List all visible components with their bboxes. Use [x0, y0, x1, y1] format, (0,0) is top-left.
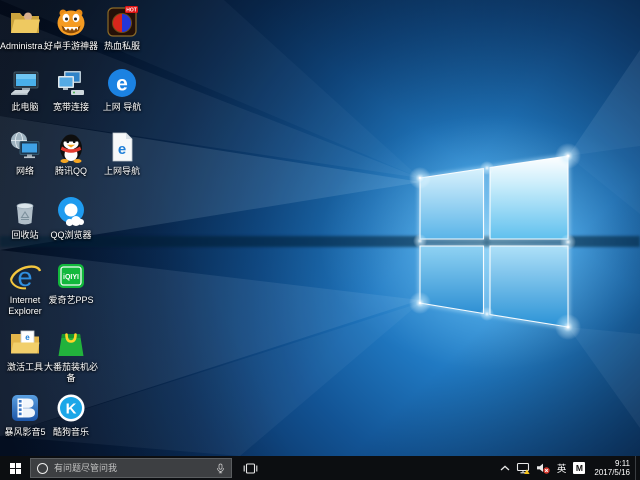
windows-logo-icon	[10, 463, 21, 474]
chevron-up-icon	[500, 465, 510, 471]
desktop-icon-iqiyi-pps[interactable]: iQIYI 爱奇艺PPS	[44, 259, 98, 306]
task-view-button[interactable]	[237, 456, 263, 480]
tray-clock[interactable]: 9:11 2017/5/16	[594, 459, 630, 478]
tray-volume-muted[interactable]	[533, 456, 553, 480]
microphone-icon[interactable]	[216, 462, 225, 475]
clock-time: 9:11	[594, 459, 630, 469]
desktop-icon-broadband-connection[interactable]: 宽带连接	[44, 66, 98, 113]
network-warning-icon	[516, 462, 530, 475]
svg-text:iQIYI: iQIYI	[63, 274, 79, 281]
system-tray: 英 M 9:11 2017/5/16	[497, 456, 640, 480]
cortana-icon	[37, 463, 48, 474]
search-box[interactable]	[30, 458, 232, 478]
iqiyi-icon: iQIYI	[54, 259, 88, 293]
desktop-icon-web-navigation-doc[interactable]: e 上网导航	[95, 130, 149, 177]
icon-label: 暴风影音5	[4, 427, 45, 438]
svg-text:e: e	[25, 333, 30, 342]
icon-label: 激活工具	[7, 362, 43, 373]
folder-document-icon: e	[8, 326, 42, 360]
icon-label: 爱奇艺PPS	[48, 295, 93, 306]
ie-icon: e	[8, 259, 42, 293]
start-button[interactable]	[0, 456, 30, 480]
svg-text:e: e	[116, 73, 128, 96]
user-folder-icon	[8, 5, 42, 39]
icon-label: 宽带连接	[53, 102, 89, 113]
icon-label: 腾讯QQ	[55, 166, 87, 177]
blue-e-icon: e	[105, 66, 139, 100]
desktop-icon-kugou-music[interactable]: K 酷狗音乐	[44, 391, 98, 438]
task-view-icon	[243, 462, 258, 475]
desktop-icon-web-navigation-circle[interactable]: e 上网 导航	[95, 66, 149, 113]
windows-desktop: Administra... 好卓手游神器 HOT 热血私服	[0, 0, 640, 480]
volume-muted-icon	[536, 462, 550, 474]
hot-badge: HOT	[126, 7, 137, 13]
icon-label: 网络	[16, 166, 34, 177]
kugou-icon: K	[54, 391, 88, 425]
icon-label: 好卓手游神器	[44, 41, 98, 52]
tray-chevron-up[interactable]	[497, 456, 513, 480]
tray-ime-mode[interactable]: M	[573, 462, 585, 474]
desktop-icon-datomato-essentials[interactable]: 大番茄装机必备	[44, 326, 98, 384]
svg-text:e: e	[118, 141, 126, 158]
icon-label: 上网 导航	[103, 102, 142, 113]
edge-document-icon: e	[105, 130, 139, 164]
tray-network-warning[interactable]	[513, 456, 533, 480]
shopping-bag-icon	[54, 326, 88, 360]
show-desktop-button[interactable]	[635, 456, 640, 480]
search-input[interactable]	[54, 463, 210, 473]
tray-ime-language[interactable]: 英	[553, 456, 571, 480]
computer-icon	[8, 66, 42, 100]
taskbar: 英 M 9:11 2017/5/16	[0, 456, 640, 480]
desktop-icon-qq-browser[interactable]: QQ浏览器	[44, 194, 98, 241]
dual-monitor-icon	[54, 66, 88, 100]
desktop-icon-tencent-qq[interactable]: 腾讯QQ	[44, 130, 98, 177]
filmstrip-icon	[8, 391, 42, 425]
icon-label: Administra...	[0, 41, 50, 52]
icon-label: 回收站	[11, 230, 38, 241]
game-orb-icon: HOT	[105, 5, 139, 39]
monster-icon	[54, 5, 88, 39]
desktop-icon-haozhuo-game-tool[interactable]: 好卓手游神器	[44, 5, 98, 52]
recycle-bin-icon	[8, 194, 42, 228]
qq-penguin-icon	[54, 130, 88, 164]
svg-text:K: K	[66, 401, 77, 418]
network-globe-icon	[8, 130, 42, 164]
icon-label: 热血私服	[104, 41, 140, 52]
clock-date: 2017/5/16	[594, 468, 630, 478]
icon-label: 上网导航	[104, 166, 140, 177]
icon-label: 大番茄装机必备	[44, 362, 98, 384]
icon-label: QQ浏览器	[50, 230, 91, 241]
qq-browser-icon	[54, 194, 88, 228]
icon-label: 此电脑	[11, 102, 38, 113]
icon-label: 酷狗音乐	[53, 427, 89, 438]
desktop-icon-rexue-private-server[interactable]: HOT 热血私服	[95, 5, 149, 52]
